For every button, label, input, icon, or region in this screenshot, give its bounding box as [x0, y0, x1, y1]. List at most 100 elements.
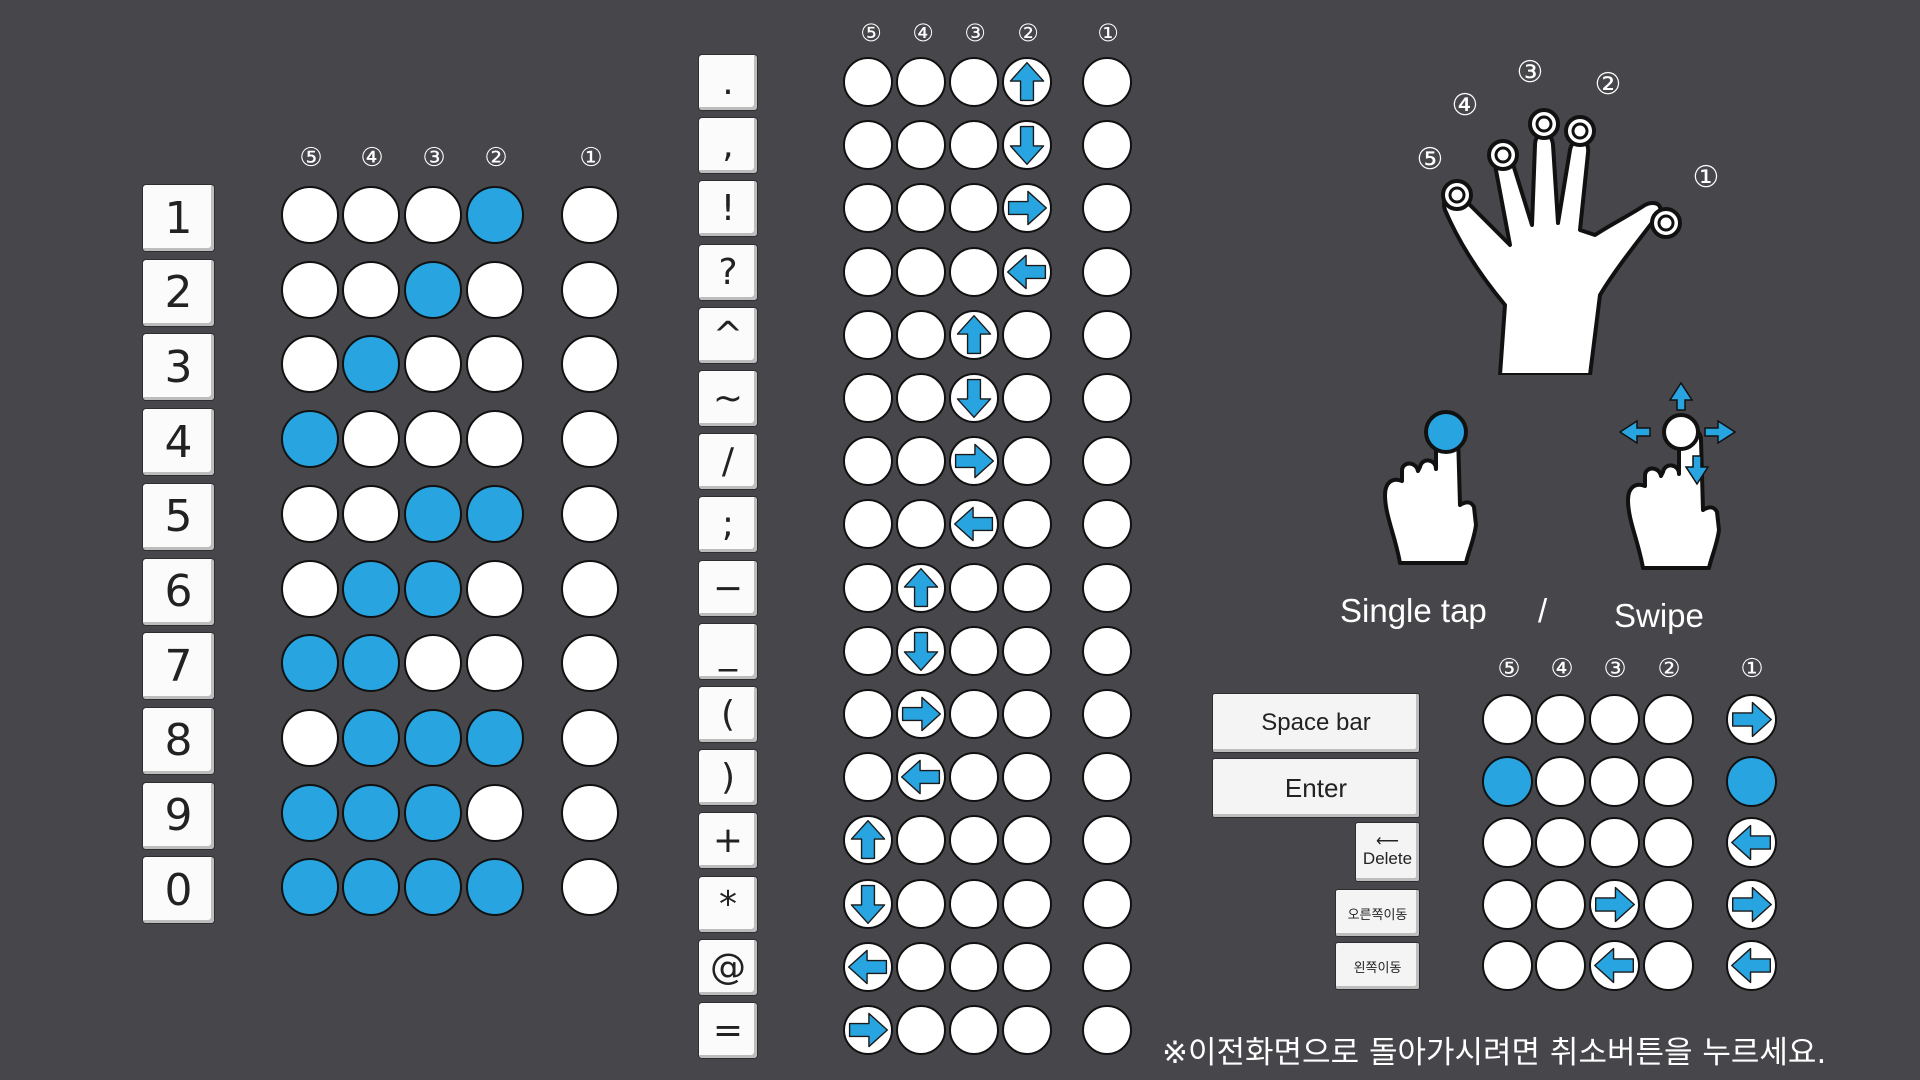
finger-dot — [949, 1005, 999, 1055]
finger-dot — [281, 260, 339, 319]
thumb-dot — [1082, 373, 1132, 423]
arrow-down-icon — [956, 378, 992, 419]
arrow-right-icon — [1731, 701, 1772, 738]
thumb-dot — [561, 708, 619, 767]
finger-dot — [949, 309, 999, 360]
number-key-5[interactable]: 5 — [143, 483, 214, 550]
number-key-4[interactable]: 4 — [143, 409, 214, 476]
enter-key[interactable]: Enter — [1213, 759, 1419, 817]
delete-key[interactable]: ⟵ Delete — [1356, 823, 1419, 881]
symbol-key[interactable]: ! — [699, 181, 757, 237]
finger-dot — [404, 410, 462, 469]
enter-label: Enter — [1284, 772, 1348, 803]
finger-dot — [1002, 499, 1052, 550]
finger-dot — [1002, 57, 1052, 107]
finger-dot — [1002, 120, 1052, 171]
thumb-dot — [561, 335, 619, 394]
finger-dot — [1535, 755, 1586, 807]
number-key-8[interactable]: 8 — [143, 707, 214, 774]
finger-dot — [1589, 755, 1640, 807]
thumb-dot — [561, 410, 619, 469]
thumb-dot — [1726, 755, 1777, 807]
finger-dot — [342, 783, 400, 842]
finger-dot — [1002, 625, 1052, 676]
arrow-left-icon — [900, 759, 941, 795]
numbers-finger-4-mark: ④ — [360, 143, 384, 173]
move-right-key[interactable]: 오른쪽이동 — [1336, 890, 1419, 936]
symbol-key[interactable]: ) — [699, 750, 757, 806]
finger-dot — [1002, 246, 1052, 297]
five-finger-hand-icon — [1441, 108, 1682, 375]
number-key-1[interactable]: 1 — [143, 185, 214, 251]
finger-dot — [896, 57, 946, 107]
symbol-key[interactable]: − — [699, 560, 757, 616]
finger-dot — [843, 57, 893, 107]
symbol-key[interactable]: ~ — [699, 371, 757, 426]
thumb-dot — [561, 634, 619, 693]
finger-dot — [843, 815, 893, 866]
finger-dot — [896, 499, 946, 550]
hand-finger-5-mark: ⑤ — [1416, 142, 1444, 177]
finger-dot — [949, 815, 999, 866]
arrow-up-icon — [956, 314, 992, 354]
thumb-dot — [561, 559, 619, 618]
finger-dot — [843, 689, 893, 739]
numbers-finger-5-mark: ⑤ — [299, 143, 323, 173]
number-key-0[interactable]: 0 — [143, 857, 214, 924]
thumb-dot — [1726, 694, 1777, 745]
finger-dot — [466, 260, 524, 319]
symbol-key[interactable]: ( — [699, 687, 757, 742]
number-key-2[interactable]: 2 — [143, 259, 214, 326]
finger-dot — [404, 559, 462, 618]
finger-dot — [1002, 436, 1052, 487]
symbol-key[interactable]: * — [699, 876, 757, 932]
finger-dot — [1002, 689, 1052, 739]
finger-dot — [281, 186, 339, 244]
arrow-right-icon — [848, 1012, 889, 1048]
finger-dot — [342, 260, 400, 319]
symbol-key[interactable]: ; — [699, 497, 757, 553]
symbol-key[interactable]: + — [699, 813, 757, 869]
finger-dot — [1589, 694, 1640, 745]
symbol-key[interactable]: @ — [699, 939, 757, 995]
finger-dot — [466, 335, 524, 394]
finger-dot — [896, 562, 946, 613]
number-key-6[interactable]: 6 — [143, 558, 214, 625]
finger-dot — [1002, 878, 1052, 929]
symbol-key[interactable]: ^ — [699, 307, 757, 363]
arrow-down-icon — [1009, 126, 1045, 166]
swipe-label: Swipe — [1614, 597, 1704, 634]
move-left-key[interactable]: 왼쪽이동 — [1336, 943, 1419, 989]
controls-finger-5-mark: ⑤ — [1497, 654, 1521, 684]
arrow-left-icon — [953, 507, 994, 542]
finger-dot — [1002, 1005, 1052, 1055]
finger-dot — [949, 373, 999, 423]
finger-dot — [896, 689, 946, 739]
finger-dot — [466, 708, 524, 767]
number-key-3[interactable]: 3 — [143, 334, 214, 401]
finger-dot — [1002, 941, 1052, 992]
finger-dot — [896, 120, 946, 171]
finger-dot — [281, 634, 339, 693]
symbol-key[interactable]: . — [699, 55, 757, 110]
finger-dot — [896, 246, 946, 297]
finger-dot — [843, 878, 893, 929]
finger-dot — [1589, 817, 1640, 868]
finger-dot — [896, 941, 946, 992]
finger-dot — [342, 410, 400, 469]
symbol-key[interactable]: = — [699, 1003, 757, 1058]
number-key-7[interactable]: 7 — [143, 633, 214, 700]
thumb-dot — [561, 783, 619, 842]
finger-dot — [281, 783, 339, 842]
symbol-key[interactable]: _ — [699, 623, 757, 679]
finger-dot — [949, 878, 999, 929]
number-key-9[interactable]: 9 — [143, 782, 214, 849]
symbol-key[interactable]: / — [699, 434, 757, 490]
controls-finger-3-mark: ③ — [1603, 654, 1627, 684]
symbol-key[interactable]: , — [699, 118, 757, 174]
finger-dot — [843, 373, 893, 423]
finger-dot — [404, 634, 462, 693]
delete-label: Delete — [1362, 849, 1413, 868]
space-bar-key[interactable]: Space bar — [1213, 694, 1419, 752]
symbol-key[interactable]: ? — [699, 244, 757, 300]
